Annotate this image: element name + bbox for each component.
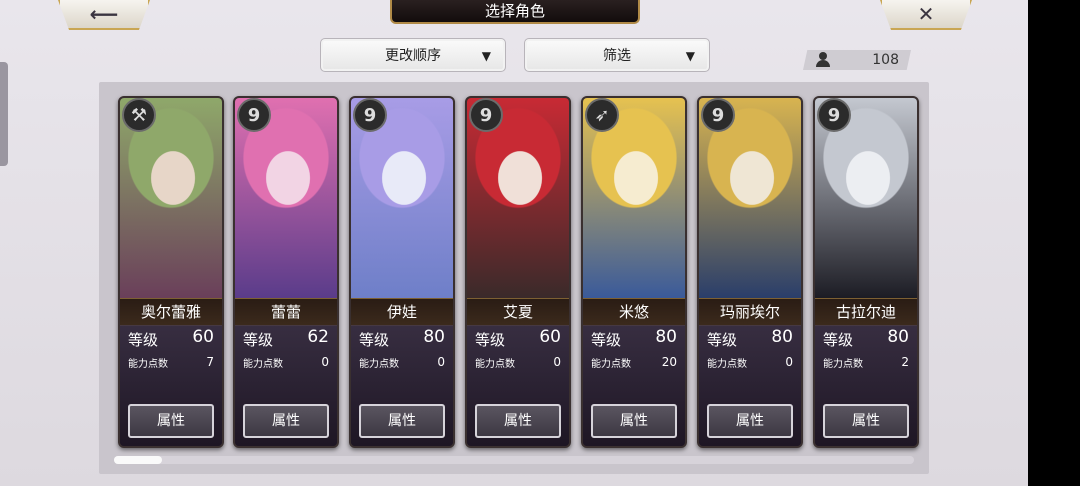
- attributes-button[interactable]: 属性: [823, 404, 909, 438]
- character-stats: 等级 80 能力点数 2 属性: [815, 325, 917, 446]
- character-stats: 等级 60 能力点数 7 属性: [120, 325, 222, 446]
- close-button[interactable]: ✕: [880, 0, 972, 30]
- ability-points-label: 能力点数: [707, 359, 747, 370]
- roster-count-value: 108: [872, 52, 899, 68]
- ability-points-value: 0: [321, 355, 329, 369]
- staff-weapon-icon: 9: [701, 98, 735, 132]
- character-stats: 等级 80 能力点数 0 属性: [351, 325, 453, 446]
- character-stats: 等级 62 能力点数 0 属性: [235, 325, 337, 446]
- ability-points-label: 能力点数: [359, 359, 399, 370]
- user-icon: [815, 52, 831, 68]
- character-name: 艾夏: [467, 298, 569, 326]
- character-stats: 等级 60 能力点数 0 属性: [467, 325, 569, 446]
- character-card[interactable]: 9 玛丽埃尔 等级 80 能力点数 0 属性: [697, 96, 803, 448]
- ability-points-label: 能力点数: [128, 359, 168, 370]
- character-name: 米悠: [583, 298, 685, 326]
- sort-label: 更改顺序: [385, 48, 441, 64]
- close-x-icon: ✕: [917, 2, 935, 26]
- attributes-button[interactable]: 属性: [475, 404, 561, 438]
- level-value: 60: [192, 327, 214, 347]
- character-card[interactable]: 9 伊娃 等级 80 能力点数 0 属性: [349, 96, 455, 448]
- character-name: 古拉尔迪: [815, 298, 917, 326]
- ability-points-value: 0: [785, 355, 793, 369]
- character-card[interactable]: 9 蕾蕾 等级 62 能力点数 0 属性: [233, 96, 339, 448]
- level-value: 80: [771, 327, 793, 347]
- character-card[interactable]: 9 古拉尔迪 等级 80 能力点数 2 属性: [813, 96, 919, 448]
- axe-weapon-icon: ⚒: [122, 98, 156, 132]
- back-button[interactable]: ⟵: [58, 0, 150, 30]
- character-card[interactable]: ➶ 米悠 等级 80 能力点数 20 属性: [581, 96, 687, 448]
- ability-points-value: 2: [901, 355, 909, 369]
- side-pull-tab[interactable]: [0, 62, 8, 166]
- staff-weapon-icon: 9: [353, 98, 387, 132]
- level-value: 60: [539, 327, 561, 347]
- level-label: 等级: [475, 331, 506, 349]
- staff-weapon-icon: 9: [469, 98, 503, 132]
- ability-points-label: 能力点数: [475, 359, 515, 370]
- staff-weapon-icon: 9: [817, 98, 851, 132]
- ability-points-value: 0: [437, 355, 445, 369]
- level-value: 80: [423, 327, 445, 347]
- level-label: 等级: [359, 331, 390, 349]
- filter-label: 筛选: [603, 48, 631, 64]
- level-value: 80: [887, 327, 909, 347]
- ability-points-value: 7: [206, 355, 214, 369]
- level-label: 等级: [128, 331, 159, 349]
- sort-dropdown[interactable]: 更改顺序 ▼: [320, 38, 506, 72]
- ability-points-label: 能力点数: [823, 359, 863, 370]
- scroll-thumb[interactable]: [114, 456, 162, 464]
- attributes-button[interactable]: 属性: [707, 404, 793, 438]
- filter-dropdown[interactable]: 筛选 ▼: [524, 38, 710, 72]
- roster-count: 108: [803, 50, 911, 70]
- level-value: 80: [655, 327, 677, 347]
- staff-weapon-icon: 9: [237, 98, 271, 132]
- attributes-button[interactable]: 属性: [359, 404, 445, 438]
- attributes-button[interactable]: 属性: [243, 404, 329, 438]
- level-label: 等级: [707, 331, 738, 349]
- ability-points-value: 20: [661, 355, 677, 369]
- character-name: 伊娃: [351, 298, 453, 326]
- horizontal-scrollbar[interactable]: [114, 456, 914, 464]
- ability-points-label: 能力点数: [243, 359, 283, 370]
- level-label: 等级: [823, 331, 854, 349]
- page-title: 选择角色: [390, 0, 640, 24]
- chevron-down-icon: ▼: [481, 49, 491, 63]
- level-value: 62: [307, 327, 329, 347]
- character-name: 玛丽埃尔: [699, 298, 801, 326]
- chevron-down-icon: ▼: [685, 49, 695, 63]
- ability-points-label: 能力点数: [591, 359, 631, 370]
- character-card[interactable]: 9 艾夏 等级 60 能力点数 0 属性: [465, 96, 571, 448]
- level-label: 等级: [591, 331, 622, 349]
- character-name: 蕾蕾: [235, 298, 337, 326]
- screen-edge: [1028, 0, 1080, 486]
- ability-points-value: 0: [553, 355, 561, 369]
- character-name: 奥尔蕾雅: [120, 298, 222, 326]
- arrow-left-icon: ⟵: [89, 2, 119, 26]
- bow-weapon-icon: ➶: [585, 98, 619, 132]
- character-stats: 等级 80 能力点数 0 属性: [699, 325, 801, 446]
- character-stats: 等级 80 能力点数 20 属性: [583, 325, 685, 446]
- attributes-button[interactable]: 属性: [128, 404, 214, 438]
- level-label: 等级: [243, 331, 274, 349]
- attributes-button[interactable]: 属性: [591, 404, 677, 438]
- character-card[interactable]: ⚒ 奥尔蕾雅 等级 60 能力点数 7 属性: [118, 96, 224, 448]
